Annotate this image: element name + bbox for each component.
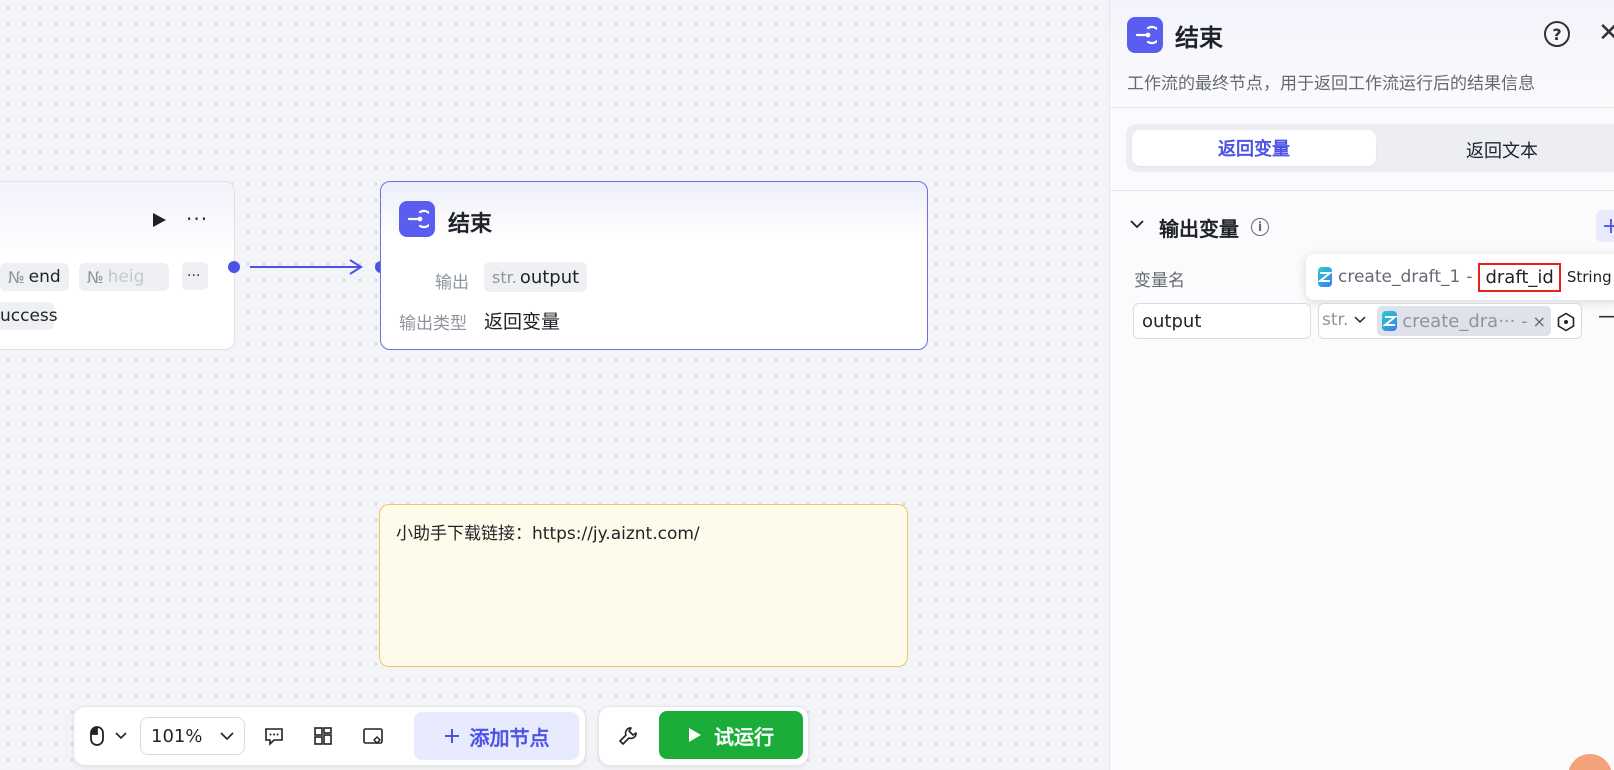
add-variable-button[interactable]: + [1596, 210, 1614, 242]
tooltip-field-name: draft_id [1478, 262, 1561, 292]
edge-line[interactable] [250, 266, 362, 268]
more-options-icon[interactable]: ··· [186, 207, 208, 231]
param-chip-success: uccess [0, 302, 58, 330]
output-type-value: 返回变量 [484, 311, 561, 333]
sticky-note[interactable]: 小助手下载链接：https://jy.aiznt.com/ [379, 504, 908, 667]
end-node-icon [1127, 17, 1163, 53]
more-params-chip[interactable]: ··· [182, 262, 208, 290]
param-label: heig [107, 267, 145, 287]
remove-reference-icon[interactable]: × [1533, 312, 1546, 331]
add-node-button[interactable]: 添加节点 [414, 712, 579, 760]
param-label: uccess [0, 306, 58, 326]
panel-description: 工作流的最终节点，用于返回工作流运行后的结果信息 [1127, 74, 1535, 94]
tooltip-separator: - [1466, 267, 1473, 287]
help-icon[interactable]: ? [1544, 21, 1570, 47]
plus-icon [444, 729, 459, 743]
chevron-down-icon [1354, 316, 1366, 324]
minimap-icon[interactable] [362, 725, 384, 747]
number-type-icon: № [87, 267, 104, 287]
section-title-output-vars: 输出变量 [1159, 217, 1239, 241]
reference-tag-label: create_dra··· - [1402, 310, 1528, 332]
number-type-icon: № [8, 267, 25, 287]
chevron-down-icon[interactable] [115, 731, 127, 741]
param-chip-end: № end [0, 263, 69, 291]
comment-icon[interactable] [263, 725, 285, 747]
column-label-variable-name: 变量名 [1134, 271, 1185, 291]
variable-picker-icon[interactable] [1556, 312, 1576, 332]
reference-tooltip: create_draft_1 - draft_id String [1306, 254, 1614, 300]
mouse-mode-icon[interactable] [86, 725, 108, 747]
tab-return-variable[interactable]: 返回变量 [1132, 130, 1376, 166]
output-type-label: 输出类型 [399, 314, 467, 334]
type-select[interactable]: str. [1322, 310, 1366, 330]
reference-tag[interactable]: create_dra··· - × [1377, 306, 1551, 336]
chevron-down-icon [220, 732, 234, 741]
zoom-select[interactable]: 101% [140, 717, 245, 755]
layout-icon[interactable] [312, 725, 334, 747]
remove-variable-icon[interactable]: — [1598, 304, 1614, 329]
end-node-title: 结束 [448, 212, 493, 237]
node-settings-panel [1109, 0, 1614, 770]
tab-return-text[interactable]: 返回文本 [1466, 137, 1538, 163]
output-chip: str. output [484, 262, 588, 292]
play-icon[interactable] [150, 211, 168, 229]
close-icon[interactable]: ✕ [1598, 18, 1614, 48]
arrow-head-icon [349, 259, 363, 275]
output-port[interactable] [228, 261, 240, 273]
capcut-icon [1382, 311, 1398, 331]
param-chip-height: № heig [79, 263, 169, 291]
info-icon[interactable]: i [1251, 218, 1269, 236]
tooltip-type: String [1566, 268, 1612, 286]
output-label: 输出 [435, 273, 469, 293]
end-node-icon [399, 201, 435, 237]
variable-name-value: output [1142, 310, 1202, 332]
collapse-chevron-icon[interactable] [1130, 219, 1144, 229]
output-chip-label: output [519, 266, 580, 288]
divider [1110, 190, 1614, 191]
test-run-button[interactable]: 试运行 [659, 711, 803, 759]
capcut-icon [1318, 267, 1332, 287]
variable-name-input[interactable]: output [1133, 303, 1311, 339]
panel-title[interactable]: 结束 [1175, 18, 1223, 53]
play-icon [689, 728, 701, 742]
string-type-icon: str. [492, 267, 517, 287]
wrench-icon[interactable] [617, 725, 639, 747]
type-select-value: str. [1322, 310, 1349, 330]
tooltip-node-name: create_draft_1 [1338, 267, 1461, 287]
param-label: end [28, 267, 61, 287]
test-run-label: 试运行 [714, 724, 774, 749]
note-text[interactable]: 小助手下载链接：https://jy.aiznt.com/ [396, 524, 700, 544]
zoom-value: 101% [151, 725, 203, 747]
add-node-label: 添加节点 [469, 725, 550, 750]
